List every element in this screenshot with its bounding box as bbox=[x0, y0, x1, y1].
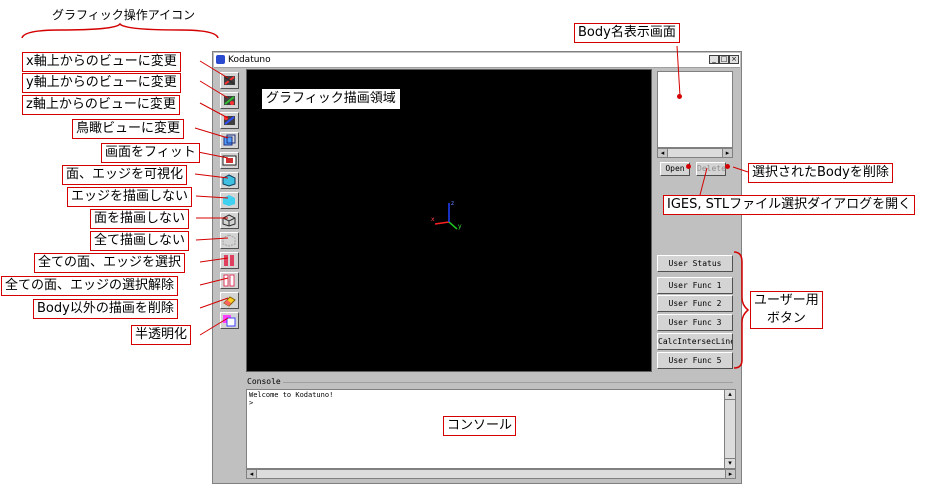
open-dialog-callout: IGES, STLファイル選択ダイアログを開く bbox=[663, 195, 916, 215]
user-buttons-callout-line2: ボタン bbox=[766, 311, 806, 326]
user-buttons-callout: ユーザー用 ボタン bbox=[750, 291, 823, 329]
graphics-area-callout: グラフィック描画領域 bbox=[262, 89, 400, 109]
visualize-callout: 面、エッジを可視化 bbox=[62, 165, 188, 185]
select-all-callout: 全ての面、エッジを選択 bbox=[34, 253, 186, 273]
user-buttons-callout-line1: ユーザー用 bbox=[754, 293, 819, 308]
x-view-callout: x軸上からのビューに変更 bbox=[22, 52, 181, 72]
bird-view-callout: 鳥瞰ビューに変更 bbox=[72, 119, 185, 139]
no-face-callout: 面を描画しない bbox=[90, 209, 190, 229]
delete-marker-icon bbox=[725, 164, 730, 169]
fit-callout: 画面をフィット bbox=[101, 143, 200, 163]
delete-selected-callout: 選択されたBodyを削除 bbox=[748, 163, 893, 183]
no-draw-callout: 全て描画しない bbox=[90, 231, 190, 251]
y-view-callout: y軸上からのビューに変更 bbox=[22, 73, 181, 93]
no-edge-callout: エッジを描画しない bbox=[67, 187, 193, 207]
delete-nonbody-callout: Body以外の描画を削除 bbox=[33, 299, 178, 319]
body-list-marker-icon bbox=[677, 94, 682, 99]
user-buttons-brace-icon bbox=[733, 251, 750, 369]
semitransparent-callout: 半透明化 bbox=[131, 325, 192, 345]
z-view-callout: z軸上からのビューに変更 bbox=[22, 95, 180, 115]
console-callout: コンソール bbox=[443, 416, 517, 436]
open-marker-icon bbox=[686, 164, 691, 169]
deselect-all-callout: 全ての面、エッジの選択解除 bbox=[1, 276, 179, 296]
body-name-callout: Body名表示画面 bbox=[574, 23, 680, 43]
